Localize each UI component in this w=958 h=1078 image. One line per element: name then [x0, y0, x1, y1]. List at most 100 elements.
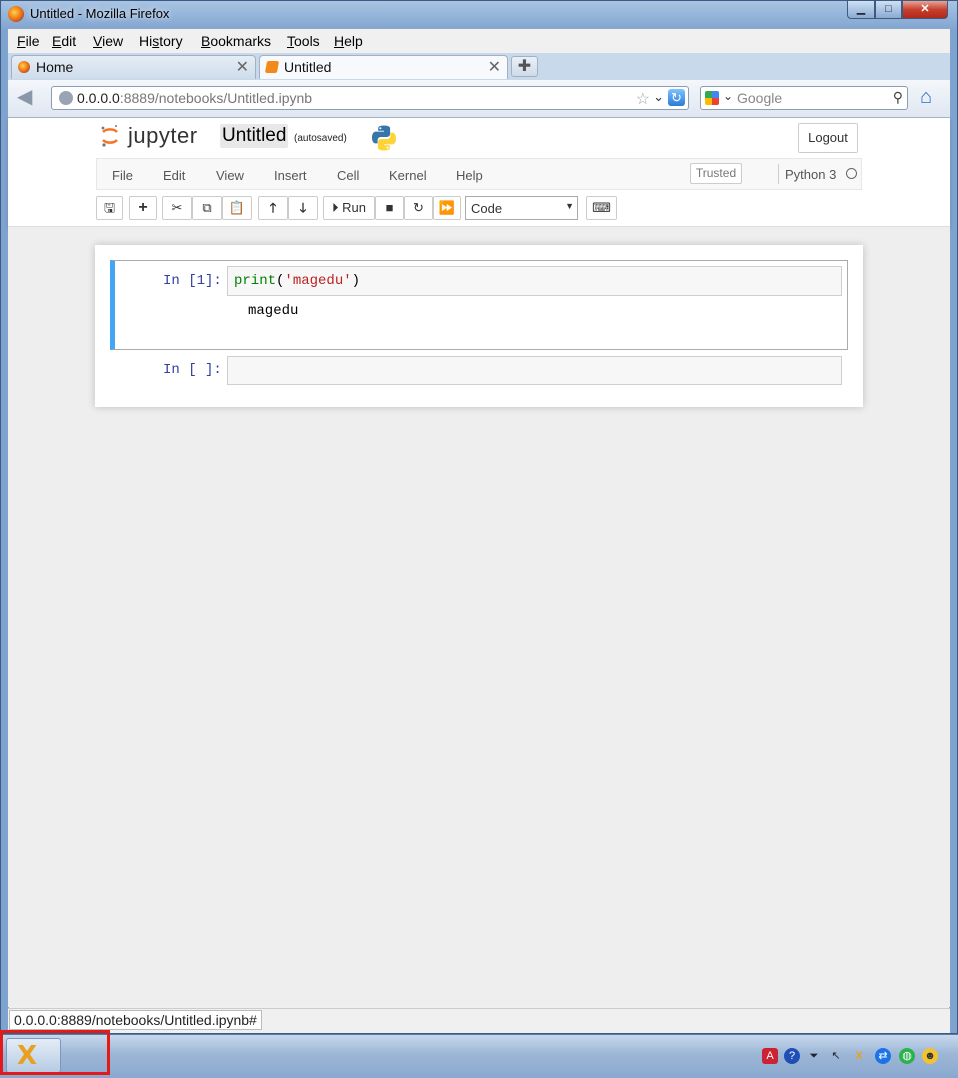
insert-cell-button[interactable]: +: [129, 196, 157, 220]
search-bar[interactable]: ⌄ Google ⚲: [700, 86, 908, 110]
cell-code-editor[interactable]: [227, 356, 842, 385]
url-host: 0.0.0.0: [77, 90, 120, 106]
cursor-icon[interactable]: ↖: [828, 1048, 844, 1064]
menu-tools-accel: T: [287, 33, 294, 49]
menu-file-rest: ile: [25, 33, 40, 49]
cell-input-prompt: In [ ]:: [163, 362, 222, 378]
menu-bookmarks-accel: B: [201, 33, 211, 49]
google-icon[interactable]: [705, 91, 719, 105]
jp-menu-cell[interactable]: Cell: [337, 168, 359, 183]
cell-input-prompt: In [1]:: [163, 273, 222, 289]
scissors-icon: ✂: [171, 200, 183, 215]
command-palette-button[interactable]: ⌨: [586, 196, 617, 220]
jp-menu-help[interactable]: Help: [456, 168, 483, 183]
xmanager-tray-icon[interactable]: X: [851, 1048, 867, 1064]
dropdown-arrow-icon: ▼: [565, 201, 574, 211]
menu-history-pre: Hi: [139, 33, 153, 49]
paste-button[interactable]: 📋: [222, 196, 252, 220]
help-icon[interactable]: ?: [784, 1048, 800, 1064]
wechat-icon[interactable]: ◍: [899, 1048, 915, 1064]
autosave-status: (autosaved): [294, 133, 347, 144]
bookmark-star-icon[interactable]: ☆: [636, 89, 650, 109]
browser-menubar: File Edit View History Bookmarks Tools H…: [8, 29, 950, 53]
maximize-button[interactable]: □: [875, 1, 902, 19]
chevron-down-icon[interactable]: ⌄: [653, 89, 664, 105]
copy-icon: ⧉: [202, 200, 212, 215]
chevron-down-icon[interactable]: ⌄: [723, 89, 733, 103]
logout-button[interactable]: Logout: [798, 123, 858, 153]
restart-icon: ↻: [413, 200, 424, 215]
move-down-button[interactable]: 🡓: [288, 196, 318, 220]
teamviewer-icon[interactable]: ⇄: [875, 1048, 891, 1064]
new-tab-button[interactable]: ✚: [511, 56, 538, 77]
jupyter-menubar: File Edit View Insert Cell Kernel Help: [96, 158, 862, 190]
cut-button[interactable]: ✂: [162, 196, 192, 220]
jupyter-logo-text[interactable]: jupyter: [128, 123, 198, 149]
reload-icon[interactable]: ↻: [668, 89, 685, 106]
menu-help[interactable]: Help: [334, 33, 363, 49]
arrow-up-icon: 🡑: [269, 200, 277, 215]
notebook-title[interactable]: Untitled: [220, 124, 289, 148]
url-text[interactable]: 0.0.0.0:8889/notebooks/Untitled.ipynb: [77, 90, 312, 106]
url-bar[interactable]: 0.0.0.0:8889/notebooks/Untitled.ipynb ☆ …: [51, 86, 689, 110]
code-close-paren: ): [351, 273, 361, 289]
save-icon: 🖫: [103, 200, 116, 215]
menu-bookmarks-rest: ookmarks: [210, 33, 272, 49]
menu-file[interactable]: File: [17, 33, 40, 49]
trusted-badge[interactable]: Trusted: [690, 163, 742, 184]
interrupt-button[interactable]: ■: [375, 196, 404, 220]
cell-code-editor[interactable]: print('magedu'): [227, 266, 842, 296]
restart-run-all-button[interactable]: ⏩: [433, 196, 461, 220]
paste-icon: 📋: [228, 200, 246, 215]
copy-button[interactable]: ⧉: [192, 196, 222, 220]
move-up-button[interactable]: 🡑: [258, 196, 288, 220]
firefox-icon: [8, 6, 24, 22]
menu-view-accel: V: [93, 33, 103, 49]
kernel-divider: [778, 164, 779, 184]
jupyter-logo-icon[interactable]: [100, 124, 120, 148]
stop-icon: ■: [385, 200, 394, 215]
jp-menu-kernel[interactable]: Kernel: [389, 168, 427, 183]
close-button[interactable]: ✕: [902, 1, 948, 19]
restart-button[interactable]: ↻: [404, 196, 433, 220]
menu-history[interactable]: History: [139, 33, 183, 49]
minimize-button[interactable]: ▁: [847, 1, 875, 19]
menu-tools[interactable]: Tools: [287, 33, 320, 49]
url-path: :8889/notebooks/Untitled.ipynb: [119, 90, 313, 106]
menu-edit-rest: dit: [61, 33, 77, 49]
menu-view[interactable]: View: [93, 33, 123, 49]
red-highlight-box: [0, 1030, 110, 1075]
globe-icon: [59, 91, 73, 105]
tab-home[interactable]: Home ✕: [11, 55, 256, 79]
close-tab-icon[interactable]: ✕: [236, 57, 249, 77]
cell-type-select[interactable]: Code ▼: [465, 196, 578, 220]
menu-edit[interactable]: Edit: [52, 33, 76, 49]
title-bar[interactable]: Untitled - Mozilla Firefox: [0, 0, 958, 28]
notebook-icon: [264, 61, 280, 73]
binoculars-icon[interactable]: ⚲: [893, 89, 903, 106]
kernel-name[interactable]: Python 3: [785, 167, 836, 182]
close-tab-icon[interactable]: ✕: [488, 57, 501, 77]
search-input[interactable]: Google: [737, 90, 782, 106]
qq-icon[interactable]: ☻: [922, 1048, 938, 1064]
step-forward-icon: ⏵: [332, 200, 339, 215]
fast-forward-icon: ⏩: [438, 200, 456, 215]
home-icon[interactable]: ⌂: [920, 86, 942, 108]
status-link-text: 0.0.0.0:8889/notebooks/Untitled.ipynb#: [9, 1010, 262, 1030]
tab-home-label: Home: [36, 59, 74, 75]
ime-icon[interactable]: A: [762, 1048, 778, 1064]
menu-file-accel: F: [17, 33, 26, 49]
run-button[interactable]: ⏵ Run: [323, 196, 375, 220]
tab-untitled[interactable]: Untitled ✕: [259, 55, 508, 79]
jp-menu-view[interactable]: View: [216, 168, 244, 183]
arrow-down-icon: 🡓: [299, 200, 307, 215]
python-logo-icon: [372, 125, 396, 151]
jp-menu-insert[interactable]: Insert: [274, 168, 307, 183]
run-label: Run: [342, 200, 366, 215]
jp-menu-edit[interactable]: Edit: [163, 168, 185, 183]
jp-menu-file[interactable]: File: [112, 168, 133, 183]
save-button[interactable]: 🖫: [96, 196, 123, 220]
back-arrow-icon[interactable]: ◀: [17, 86, 39, 108]
tray-expand-icon[interactable]: ⏷: [806, 1048, 822, 1064]
menu-bookmarks[interactable]: Bookmarks: [201, 33, 271, 49]
